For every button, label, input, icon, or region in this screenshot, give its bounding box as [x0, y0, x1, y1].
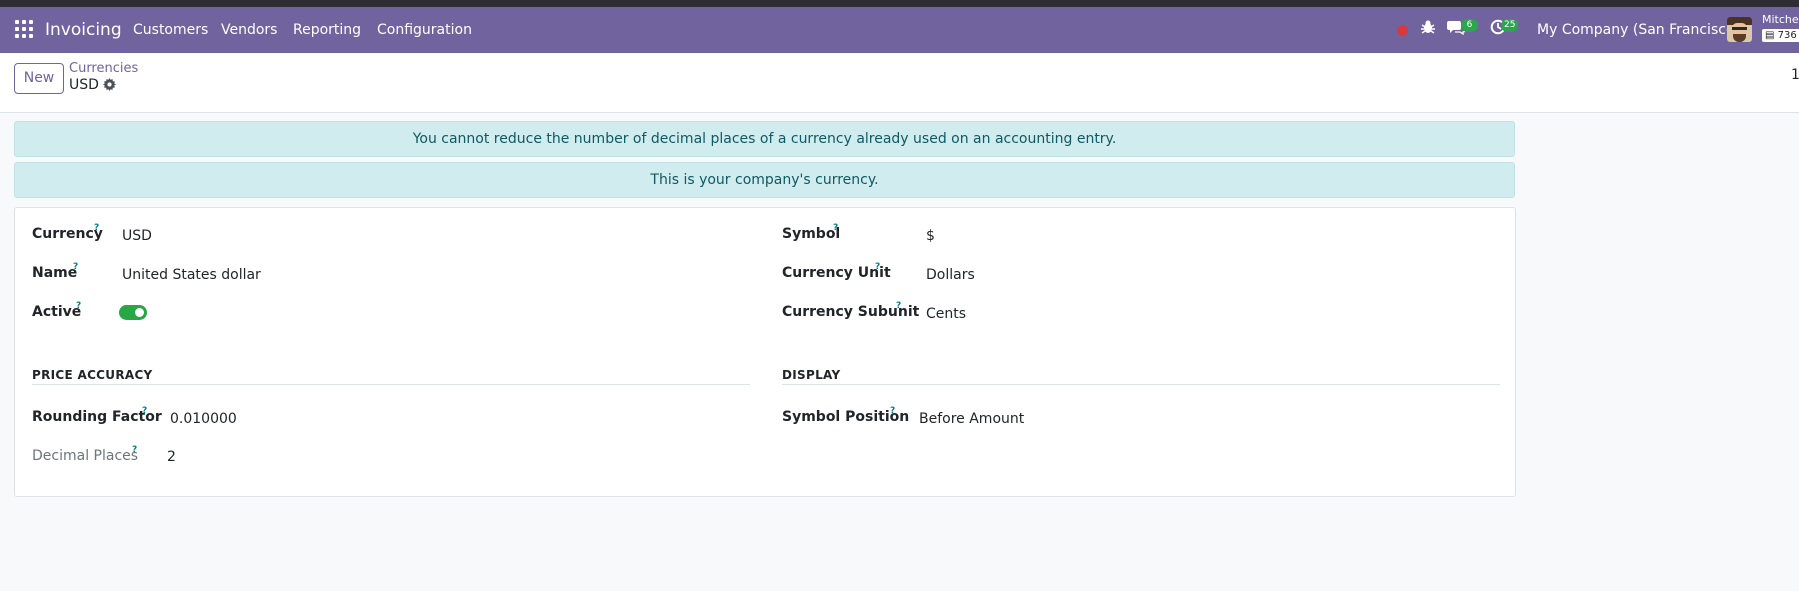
browser-top-strip — [0, 0, 1799, 7]
bug-icon[interactable] — [1420, 19, 1436, 39]
symbol-position-help-icon[interactable]: ? — [890, 406, 895, 416]
symbol-label: Symbol — [782, 226, 841, 242]
name-label: Name — [32, 265, 78, 281]
decimal-places-label: Decimal Places — [32, 448, 139, 464]
rounding-factor-field[interactable]: 0.010000 — [170, 411, 237, 427]
database-name: 736 — [1777, 30, 1797, 41]
messages-count-badge: 6 — [1461, 19, 1478, 32]
name-help-icon[interactable]: ? — [73, 262, 78, 272]
decimal-places-value: 2 — [167, 449, 176, 465]
currency-label: Currency — [32, 226, 103, 242]
menu-vendors[interactable]: Vendors — [221, 22, 277, 38]
currency-unit-field[interactable]: Dollars — [926, 267, 975, 283]
decimal-places-help-icon[interactable]: ? — [132, 445, 137, 455]
database-icon: ▤ — [1765, 30, 1778, 41]
gear-icon[interactable] — [103, 78, 116, 95]
company-currency-alert: This is your company's currency. — [14, 162, 1515, 198]
new-button[interactable]: New — [14, 63, 64, 94]
active-toggle[interactable] — [119, 305, 147, 320]
top-navbar: Invoicing Customers Vendors Reporting Co… — [0, 7, 1799, 53]
company-switcher[interactable]: My Company (San Francisco) — [1537, 22, 1740, 38]
symbol-field[interactable]: $ — [926, 228, 935, 244]
menu-configuration[interactable]: Configuration — [377, 22, 472, 38]
control-panel: New Currencies USD 1 — [0, 53, 1799, 113]
display-heading: DISPLAY — [782, 368, 841, 382]
currency-field[interactable]: USD — [122, 228, 152, 244]
app-grid-icon[interactable] — [15, 20, 33, 38]
activities-count-badge: 25 — [1501, 19, 1519, 32]
currency-subunit-field[interactable]: Cents — [926, 306, 966, 322]
currency-help-icon[interactable]: ? — [94, 223, 99, 233]
database-badge: ▤ 736 — [1762, 29, 1799, 42]
menu-reporting[interactable]: Reporting — [293, 22, 361, 38]
price-accuracy-heading: PRICE ACCURACY — [32, 368, 153, 382]
currency-unit-help-icon[interactable]: ? — [875, 262, 880, 272]
display-divider — [782, 384, 1500, 385]
active-label: Active — [32, 304, 82, 320]
breadcrumb-current: USD — [69, 77, 99, 93]
symbol-help-icon[interactable]: ? — [833, 223, 838, 233]
price-accuracy-divider — [32, 384, 750, 385]
menu-customers[interactable]: Customers — [133, 22, 208, 38]
form-sheet: Currency ? USD Name ? United States doll… — [14, 207, 1516, 497]
decimal-places-alert: You cannot reduce the number of decimal … — [14, 121, 1515, 157]
rounding-help-icon[interactable]: ? — [142, 406, 147, 416]
active-help-icon[interactable]: ? — [76, 301, 81, 311]
app-name[interactable]: Invoicing — [45, 20, 122, 40]
name-field[interactable]: United States dollar — [122, 267, 261, 283]
user-avatar[interactable] — [1727, 17, 1752, 42]
currency-subunit-help-icon[interactable]: ? — [896, 301, 901, 311]
pager-value[interactable]: 1 — [1791, 67, 1799, 83]
breadcrumb-currencies[interactable]: Currencies — [69, 61, 138, 76]
record-indicator-icon[interactable] — [1397, 25, 1408, 36]
user-name[interactable]: Mitche — [1762, 13, 1799, 26]
symbol-position-select[interactable]: Before Amount — [919, 411, 1024, 427]
